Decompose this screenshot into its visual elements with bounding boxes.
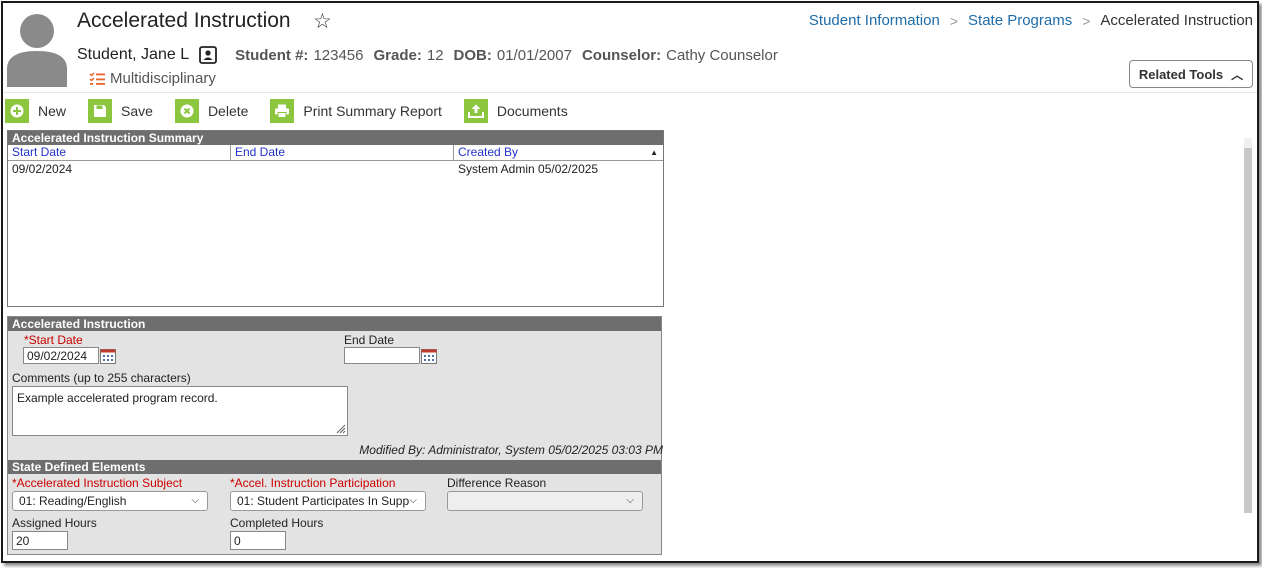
participation-value: 01: Student Participates In Supp <box>237 494 410 508</box>
comments-label: Comments (up to 255 characters) <box>12 371 191 385</box>
table-row[interactable]: 09/02/2024 System Admin 05/02/2025 <box>8 161 663 177</box>
plus-icon <box>5 99 29 123</box>
chevron-up-icon: ︿ <box>1231 67 1244 82</box>
sort-up-icon: ▲ <box>650 148 658 157</box>
participation-label: *Accel. Instruction Participation <box>230 476 396 490</box>
chevron-down-icon: ⌵ <box>409 495 417 506</box>
new-button[interactable]: New <box>5 99 66 123</box>
assigned-hours-label: Assigned Hours <box>12 516 97 530</box>
new-label: New <box>38 103 67 119</box>
detail-title: Accelerated Instruction <box>8 317 661 331</box>
comments-textarea[interactable]: Example accelerated program record. <box>12 386 348 436</box>
checklist-icon <box>89 71 105 85</box>
calendar-icon[interactable] <box>421 349 437 364</box>
subject-value: 01: Reading/English <box>19 494 127 508</box>
row-start-date: 09/02/2024 <box>12 162 73 176</box>
difference-reason-select[interactable]: ⌵ <box>447 491 643 511</box>
subject-select[interactable]: 01: Reading/English ⌵ <box>12 491 208 511</box>
summary-title: Accelerated Instruction Summary <box>8 131 663 145</box>
dob-value: 01/01/2007 <box>496 46 572 64</box>
chevron-down-icon: ⌵ <box>191 495 199 506</box>
save-label: Save <box>121 103 153 119</box>
printer-icon <box>270 99 295 123</box>
multidisciplinary-link[interactable]: Multidisciplinary <box>89 70 216 87</box>
participation-select[interactable]: 01: Student Participates In Supp ⌵ <box>230 491 426 511</box>
star-icon[interactable]: ☆ <box>313 9 332 34</box>
counselor-label: Counselor: <box>581 46 662 64</box>
multidisciplinary-label: Multidisciplinary <box>110 70 216 87</box>
chevron-right-icon: > <box>1082 12 1091 29</box>
column-created-by-label: Created By <box>458 145 519 159</box>
column-created-by[interactable]: Created By ▲ <box>454 145 661 160</box>
print-summary-button[interactable]: Print Summary Report <box>270 99 442 123</box>
student-number: 123456 <box>313 46 364 64</box>
completed-hours-label: Completed Hours <box>230 516 324 530</box>
upload-icon <box>463 99 488 123</box>
header-divider <box>3 92 1257 93</box>
student-info: Student, Jane L Student #: 123456 Grade:… <box>77 46 788 64</box>
assigned-hours-input[interactable]: 20 <box>12 531 68 550</box>
delete-label: Delete <box>207 103 249 119</box>
summary-column-headers: Start Date End Date Created By ▲ <box>8 145 663 161</box>
app-window: Accelerated Instruction ☆ Student Inform… <box>1 1 1259 563</box>
breadcrumb-state-programs[interactable]: State Programs <box>968 12 1072 29</box>
save-button[interactable]: Save <box>88 99 153 123</box>
delete-icon <box>174 99 199 123</box>
column-end-date[interactable]: End Date <box>231 145 454 160</box>
calendar-icon[interactable] <box>100 349 116 364</box>
counselor-value: Cathy Counselor <box>666 46 778 64</box>
summary-panel: Accelerated Instruction Summary Start Da… <box>7 130 664 307</box>
toolbar: New Save Delete Print Summary Report Doc… <box>5 98 590 124</box>
related-tools-button[interactable]: Related Tools ︿ <box>1129 60 1253 88</box>
end-date-input[interactable] <box>344 347 420 364</box>
print-summary-label: Print Summary Report <box>303 103 442 119</box>
breadcrumb-current: Accelerated Instruction <box>1100 12 1253 29</box>
subject-label: *Accelerated Instruction Subject <box>12 476 183 490</box>
detail-panel: Accelerated Instruction *Start Date 09/0… <box>7 316 663 555</box>
save-icon <box>88 99 113 123</box>
grade-value: 12 <box>426 46 444 64</box>
chevron-right-icon: > <box>949 12 959 29</box>
avatar <box>5 9 69 87</box>
row-created-by: System Admin 05/02/2025 <box>458 162 599 176</box>
documents-button[interactable]: Documents <box>463 99 568 123</box>
delete-button[interactable]: Delete <box>174 99 249 123</box>
student-name: Student, Jane L <box>77 46 190 63</box>
breadcrumb-student-information[interactable]: Student Information <box>809 12 940 29</box>
dob-label: DOB: <box>453 46 492 64</box>
start-date-input[interactable]: 09/02/2024 <box>23 347 99 364</box>
resize-handle-icon[interactable] <box>334 422 346 434</box>
state-elements-title: State Defined Elements <box>8 460 661 474</box>
start-date-label: *Start Date <box>24 333 83 347</box>
related-tools-label: Related Tools <box>1138 66 1224 82</box>
modified-by-text: Modified By: Administrator, System 05/02… <box>359 443 663 457</box>
grade-label: Grade: <box>373 46 422 64</box>
completed-hours-input[interactable]: 0 <box>230 531 286 550</box>
contact-card-icon[interactable] <box>199 46 217 64</box>
documents-label: Documents <box>496 103 568 119</box>
end-date-label: End Date <box>344 333 395 347</box>
row-end-date <box>231 161 454 177</box>
chevron-down-icon: ⌵ <box>626 495 634 506</box>
difference-reason-label: Difference Reason <box>447 476 547 490</box>
page-title: Accelerated Instruction <box>77 9 291 32</box>
scrollbar-thumb[interactable] <box>1244 148 1252 513</box>
column-start-date[interactable]: Start Date <box>8 145 231 160</box>
student-number-label: Student #: <box>235 46 309 64</box>
breadcrumb: Student Information > State Programs > A… <box>809 12 1253 29</box>
